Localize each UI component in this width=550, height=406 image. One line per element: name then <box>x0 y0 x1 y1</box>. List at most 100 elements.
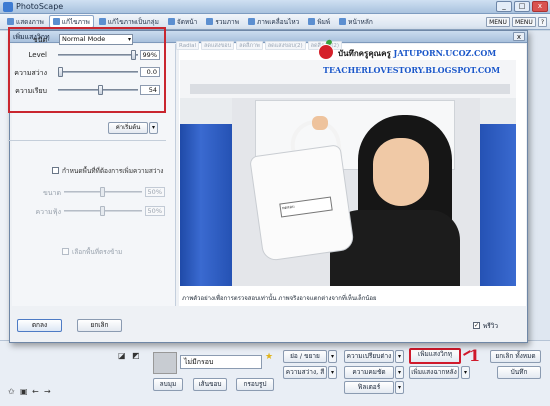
tab-print[interactable]: พิมพ์ <box>304 15 334 28</box>
home-icon <box>339 18 347 25</box>
area-range-label: กำหนดพื้นที่ที่ต้องการเพิ่มความสว่าง <box>62 167 164 175</box>
filter-dropdown-icon[interactable]: ▾ <box>395 381 404 394</box>
app-title: PhotoScape <box>16 2 64 11</box>
brightness-dropdown-icon[interactable]: ▾ <box>328 366 337 379</box>
brightness-color-button[interactable]: ความสว่าง, สี <box>283 366 327 379</box>
contrast-button[interactable]: ความเปรียบต่าง <box>344 350 394 363</box>
sharpen-button[interactable]: ความคมชัด <box>344 366 394 379</box>
smoothness-value[interactable]: 54 <box>140 85 160 95</box>
editor-icon <box>52 18 60 25</box>
invert-area-label: เลือกพื้นที่ตรงข้าม <box>72 248 123 256</box>
level-slider[interactable] <box>58 50 138 61</box>
apple-icon <box>318 44 334 60</box>
tab-vignette[interactable]: ลดแสงขอบ <box>201 41 235 50</box>
reset-default-button[interactable]: ค่าเริ่มต้น <box>108 122 148 134</box>
viewer-icon <box>7 18 14 25</box>
page-icon <box>167 18 175 25</box>
size-value[interactable]: 50% <box>145 187 165 197</box>
back-arrow-icon[interactable]: ← <box>32 387 39 396</box>
star-icon[interactable]: ★ <box>265 352 273 362</box>
print-icon <box>308 18 316 25</box>
brightness-value[interactable]: 0.0 <box>140 67 160 77</box>
gif-icon <box>247 18 255 25</box>
chevron-down-icon: ▾ <box>127 36 131 43</box>
darken-background-button[interactable]: เพิ่มแสงฉากหลัง <box>409 366 459 379</box>
save-button[interactable]: บันทึก <box>497 366 541 379</box>
batch-icon <box>98 18 106 25</box>
tab-desaturate[interactable]: ลดสีภาพ <box>236 41 263 50</box>
round-corner-button[interactable]: ลบมุม <box>153 378 183 391</box>
blue-curtain-right <box>480 124 516 286</box>
watermark-line-1: บันทึกครูคุณครู JATUPORN.UCOZ.COM <box>338 48 497 58</box>
cancel-button[interactable]: ยกเลิก <box>77 319 122 332</box>
favorite-icon[interactable]: ✩ <box>8 387 15 396</box>
tab-page[interactable]: จัดหน้า <box>164 15 201 28</box>
black-white-icon[interactable]: ◪ <box>118 351 126 360</box>
smoothness-slider[interactable] <box>58 85 138 96</box>
tab-animated-gif[interactable]: ภาพเคลื่อนไหว <box>244 15 303 28</box>
size-label: ขนาด <box>42 189 61 197</box>
invert-area-checkbox[interactable] <box>62 248 69 255</box>
undo-all-button[interactable]: ยกเลิก ทั้งหมด <box>490 350 541 363</box>
effect-tabs: Radial ลดแสงขอบ ลดสีภาพ ลดแสงขอบ(2) ลดสี… <box>176 41 343 50</box>
backlight-settings-group: ชนิด Normal Mode ▾ Level 99% ความสว่าง 0… <box>8 27 166 113</box>
preview-checkbox[interactable]: ✓ <box>473 322 480 329</box>
contrast-dropdown-icon[interactable]: ▾ <box>395 350 404 363</box>
darken-dropdown-icon[interactable]: ▾ <box>461 366 470 379</box>
minimize-button[interactable]: _ <box>496 1 512 12</box>
reset-dropdown-icon[interactable]: ▾ <box>149 122 158 134</box>
dialog-close-button[interactable]: x <box>513 32 525 41</box>
help-button[interactable]: ? <box>537 17 547 27</box>
frame-select[interactable]: ไม่มีกรอบ <box>180 355 262 369</box>
preview-photo: ทดสอบ <box>180 60 516 286</box>
brightness-slider-thumb[interactable] <box>58 67 63 77</box>
color-picker-icon[interactable]: ◩ <box>132 351 140 360</box>
preview-caption: ภาพตัวอย่างเพื่อการตรวจสอบเท่านั้น ภาพจร… <box>182 295 377 302</box>
level-slider-thumb[interactable] <box>131 50 136 60</box>
smoothness-label: ความเรียบ <box>15 87 47 95</box>
tab-vignette-2[interactable]: ลดแสงขอบ(2) <box>264 41 306 50</box>
ok-button[interactable]: ตกลง <box>17 319 62 332</box>
feather-slider[interactable] <box>64 206 142 217</box>
close-window-button[interactable]: x <box>532 1 548 12</box>
resize-dropdown-icon[interactable]: ▾ <box>328 350 337 363</box>
frame-preview-thumbnail <box>153 352 177 374</box>
mode-select[interactable]: Normal Mode ▾ <box>59 34 133 45</box>
maximize-button[interactable]: □ <box>514 1 530 12</box>
resize-button[interactable]: ย่อ / ขยาย <box>283 350 327 363</box>
level-value[interactable]: 99% <box>140 50 160 60</box>
app-title-bar: PhotoScape _ □ x <box>0 0 550 14</box>
step-number-marker: 1 <box>469 346 481 365</box>
border-button[interactable]: เส้นขอบ <box>193 378 227 391</box>
window-controls: _ □ x <box>496 1 548 12</box>
person-hand <box>312 116 328 130</box>
tab-combine[interactable]: รวมภาพ <box>202 15 243 28</box>
preview-label: พรีวิว <box>483 322 499 330</box>
menu-button-2[interactable]: MENU <box>511 17 536 27</box>
tab-home[interactable]: หน้าหลัก <box>335 15 377 28</box>
smoothness-slider-thumb[interactable] <box>98 85 103 95</box>
top-right-icons: MENU MENU ? <box>486 17 547 27</box>
brightness-slider[interactable] <box>58 67 138 78</box>
filter-button[interactable]: ฟิลเตอร์ <box>344 381 394 394</box>
level-label: Level <box>28 51 47 59</box>
feather-value[interactable]: 50% <box>145 206 165 216</box>
frame-button[interactable]: กรอบรูป <box>236 378 274 391</box>
combine-icon <box>206 18 214 25</box>
watermark-line-2: TEACHERLOVESTORY.BLOGSPOT.COM <box>323 65 501 75</box>
photoscape-logo-icon <box>3 2 13 12</box>
feather-label: ความฟุ้ง <box>35 208 61 216</box>
backlight-button[interactable]: เพิ่มแสงวิกทุ <box>409 348 461 364</box>
folder-icon[interactable]: ▣ <box>20 387 28 396</box>
area-range-checkbox[interactable] <box>52 167 59 174</box>
person-face <box>373 138 429 206</box>
forward-arrow-icon[interactable]: → <box>44 387 51 396</box>
tab-radial[interactable]: Radial <box>176 41 199 50</box>
blue-curtain-left <box>180 124 232 286</box>
feather-slider-thumb[interactable] <box>100 206 105 216</box>
menu-button-1[interactable]: MENU <box>486 17 510 27</box>
type-label: ชนิด <box>32 36 47 44</box>
size-slider-thumb[interactable] <box>100 187 105 197</box>
size-slider[interactable] <box>64 187 142 198</box>
sharpen-dropdown-icon[interactable]: ▾ <box>395 366 404 379</box>
